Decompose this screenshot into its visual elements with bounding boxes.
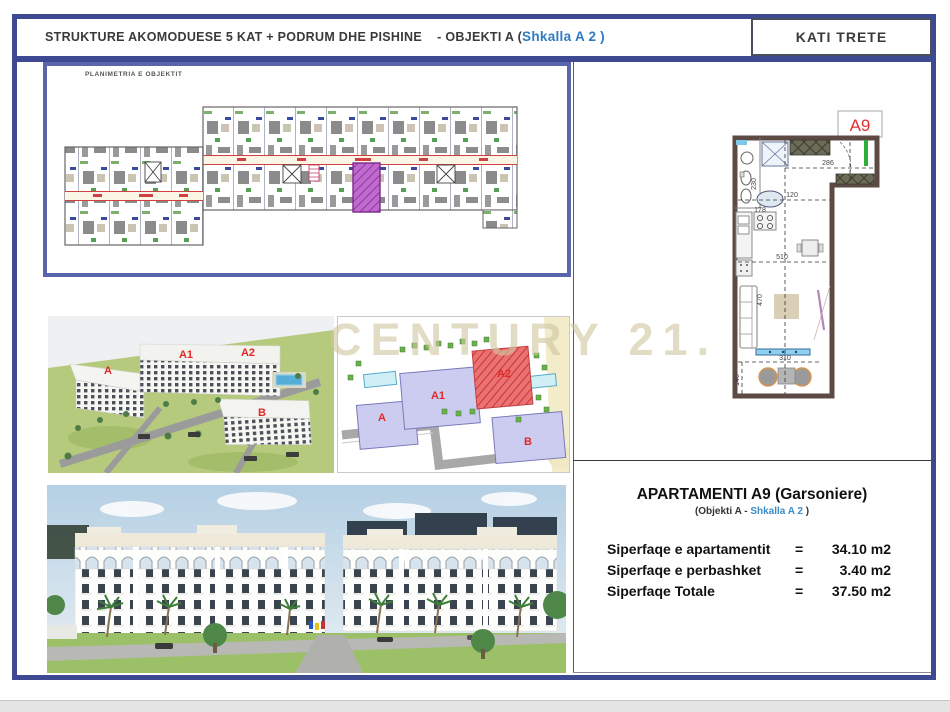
aerial-label-a2: A2 <box>241 347 255 359</box>
apartment-info-block: APARTAMENTI A9 (Garsoniere) (Objekti A -… <box>573 486 931 602</box>
row-value: 34.10 m2 <box>811 539 891 560</box>
row-value: 37.50 m2 <box>811 581 891 602</box>
row-equals: = <box>795 581 811 602</box>
title-object: OBJEKTI A ( <box>445 30 522 44</box>
aerial-label-a1: A1 <box>179 349 193 361</box>
window-bottom-bar <box>0 700 950 712</box>
siteplan-label-a: A <box>378 412 386 424</box>
a9-dim-178: 178 <box>754 207 766 214</box>
panel-horizontal-divider <box>573 460 931 461</box>
aerial-label-a: A <box>104 365 112 377</box>
a9-dim-230: 230 <box>751 178 758 190</box>
apartment-a9-floorplan: A9 <box>690 100 900 415</box>
aerial-render-image: A A1 A2 B <box>48 316 334 473</box>
page-title: STRUKTURE AKOMODUESE 5 KAT + PODRUM DHE … <box>45 29 605 44</box>
siteplan-label-a1: A1 <box>431 390 445 402</box>
floorplan-panel: PLANIMETRIA E OBJEKTIT <box>43 62 571 277</box>
siteplan-label-b: B <box>524 436 532 448</box>
a9-unit-label: A9 <box>850 116 871 135</box>
row-label: Siperfaqe e perbashket <box>607 560 795 581</box>
row-value: 3.40 m2 <box>811 560 891 581</box>
page: STRUKTURE AKOMODUESE 5 KAT + PODRUM DHE … <box>0 0 950 712</box>
info-row-common-area: Siperfaqe e perbashket = 3.40 m2 <box>607 560 931 581</box>
content-area: PLANIMETRIA E OBJEKTIT <box>17 62 931 675</box>
siteplan-label-a2: A2 <box>497 368 511 380</box>
a9-dim-120: 120 <box>786 192 798 199</box>
apartment-info-rows: Siperfaqe e apartamentit = 34.10 m2 Sipe… <box>573 539 931 602</box>
title-bar: STRUKTURE AKOMODUESE 5 KAT + PODRUM DHE … <box>17 19 931 56</box>
title-dash: - <box>437 30 441 44</box>
subtitle-suffix: ) <box>803 506 809 517</box>
title-shkalla: Shkalla A 2 <box>522 29 596 44</box>
subtitle-prefix: (Objekti A - <box>695 506 750 517</box>
floor-label-box: KATI TRETE <box>751 18 932 56</box>
street-render-drawing <box>47 485 566 673</box>
siteplan-drawing: A A1 A2 B <box>338 317 569 472</box>
row-equals: = <box>795 539 811 560</box>
a9-dim-470: 470 <box>757 294 764 306</box>
siteplan-image: A A1 A2 B <box>337 316 570 473</box>
document-frame: STRUKTURE AKOMODUESE 5 KAT + PODRUM DHE … <box>12 14 936 680</box>
a9-dim-310: 310 <box>779 355 791 362</box>
a9-dim-510: 510 <box>776 254 788 261</box>
aerial-label-b: B <box>258 407 266 419</box>
aerial-render-drawing: A A1 A2 B <box>48 316 334 473</box>
info-row-total-area: Siperfaqe Totale = 37.50 m2 <box>607 581 931 602</box>
title-close: ) <box>600 29 605 44</box>
row-label: Siperfaqe Totale <box>607 581 795 602</box>
panel-bottom-divider <box>573 672 931 673</box>
street-render-image <box>47 485 566 673</box>
title-main: STRUKTURE AKOMODUESE 5 KAT + PODRUM DHE … <box>45 30 422 44</box>
floor-label: KATI TRETE <box>796 29 887 45</box>
apartment-info-title: APARTAMENTI A9 (Garsoniere) <box>573 486 931 504</box>
building-floorplan-drawing <box>47 66 567 273</box>
row-label: Siperfaqe e apartamentit <box>607 539 795 560</box>
apartment-info-subtitle: (Objekti A - Shkalla A 2 ) <box>573 506 931 517</box>
info-row-apartment-area: Siperfaqe e apartamentit = 34.10 m2 <box>607 539 931 560</box>
row-equals: = <box>795 560 811 581</box>
subtitle-shkalla: Shkalla A 2 <box>750 506 803 517</box>
a9-dim-140: 140 <box>734 374 741 386</box>
a9-dim-286: 286 <box>822 160 834 167</box>
